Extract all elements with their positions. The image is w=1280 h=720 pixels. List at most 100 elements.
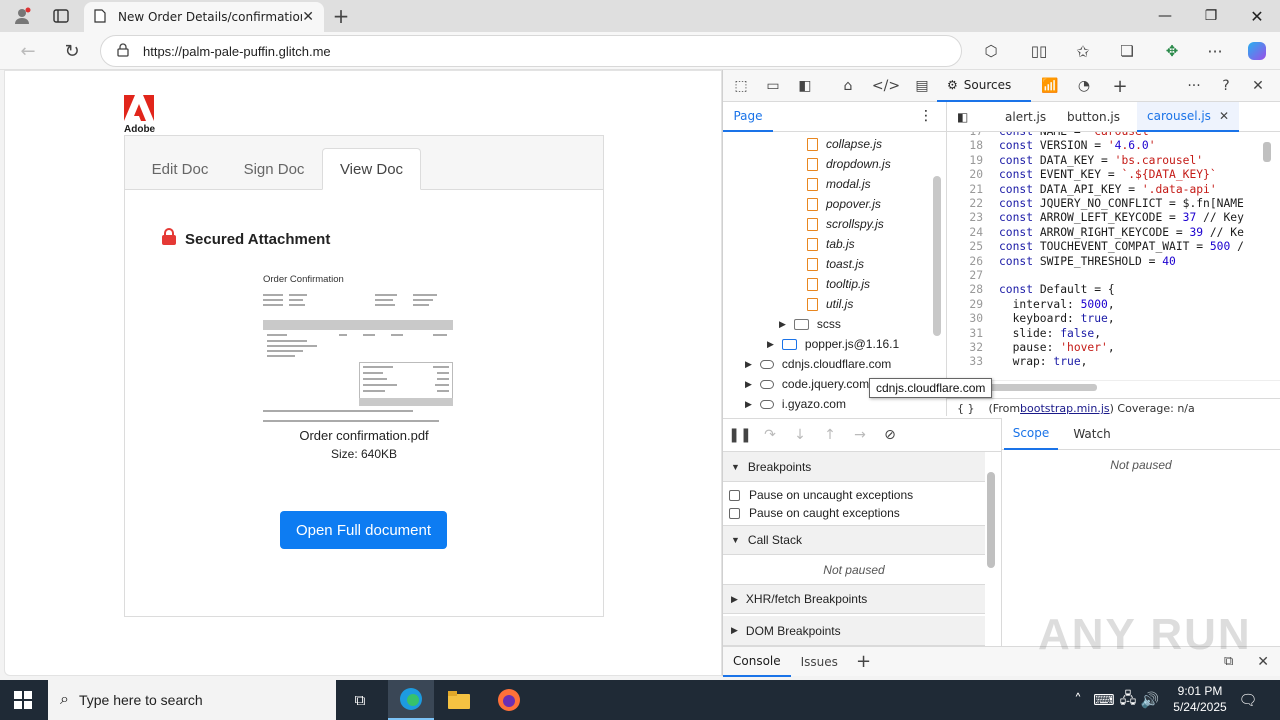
step-icon[interactable]: → xyxy=(847,423,873,447)
tab-scope[interactable]: Scope xyxy=(1004,418,1058,450)
welcome-home-icon[interactable]: ⌂ xyxy=(835,74,861,98)
back-icon[interactable]: ← xyxy=(16,39,40,63)
tab-page[interactable]: Page xyxy=(723,102,773,132)
navigator-scrollbar[interactable] xyxy=(933,176,941,336)
browser-tab[interactable]: New Order Details/confirmation ✕ xyxy=(84,2,324,32)
close-tab-icon[interactable]: ✕ xyxy=(302,9,314,25)
step-into-icon[interactable]: ↓ xyxy=(787,423,813,447)
elements-icon[interactable]: </> xyxy=(872,74,900,98)
restore-icon[interactable]: ❐ xyxy=(1188,0,1234,32)
pause-icon[interactable]: ❚❚ xyxy=(727,423,753,447)
new-tab-icon[interactable]: + xyxy=(330,4,352,28)
expand-arrow-icon[interactable]: ▶ xyxy=(745,359,752,370)
tree-domain[interactable]: ▶ cdnjs.cloudflare.com xyxy=(745,354,891,374)
close-window-icon[interactable]: ✕ xyxy=(1234,0,1280,32)
dock-icon[interactable]: ◧ xyxy=(792,74,818,98)
tab-console[interactable]: Console xyxy=(723,647,791,677)
volume-icon[interactable]: 🔊 xyxy=(1140,690,1160,710)
pretty-print-icon[interactable]: { } xyxy=(957,402,975,415)
tree-file[interactable]: util.js xyxy=(807,294,853,314)
call-stack-section[interactable]: ▼ Call Stack xyxy=(723,525,985,555)
tab-actions-icon[interactable] xyxy=(50,5,72,27)
more-tools-icon[interactable]: + xyxy=(1107,74,1133,98)
inspect-icon[interactable]: ⬚ xyxy=(728,74,754,98)
expand-arrow-icon[interactable]: ▶ xyxy=(779,319,786,330)
notifications-icon[interactable]: 🗨 xyxy=(1236,688,1260,712)
editor-tab-button[interactable]: button.js xyxy=(1057,102,1130,132)
collections-icon[interactable]: ❏ xyxy=(1116,41,1138,61)
pause-uncaught-checkbox[interactable]: Pause on uncaught exceptions xyxy=(729,488,913,502)
step-out-icon[interactable]: ↑ xyxy=(817,423,843,447)
line-number[interactable]: 25 xyxy=(947,240,983,254)
pdf-thumbnail[interactable]: Order Confirmation xyxy=(263,274,455,424)
tree-file[interactable]: scrollspy.js xyxy=(807,214,884,234)
device-icon[interactable]: ⌨ xyxy=(1093,690,1115,710)
line-number[interactable]: 33 xyxy=(947,355,983,369)
tree-file[interactable]: popover.js xyxy=(807,194,881,214)
lock-icon[interactable] xyxy=(117,42,129,60)
tree-folder[interactable]: ▶ popper.js@1.16.1 xyxy=(767,334,899,354)
taskbar-search[interactable]: ⌕ Type here to search xyxy=(48,680,336,720)
refresh-icon[interactable]: ↻ xyxy=(60,39,84,63)
tree-file[interactable]: toast.js xyxy=(807,254,864,274)
network-icon[interactable]: 📶 xyxy=(1037,74,1063,98)
line-number[interactable]: 20 xyxy=(947,168,983,182)
expand-arrow-icon[interactable]: ▶ xyxy=(767,339,774,350)
editor-scrollbar[interactable] xyxy=(1263,142,1271,162)
line-number[interactable]: 32 xyxy=(947,341,983,355)
line-number[interactable]: 31 xyxy=(947,327,983,341)
tree-file[interactable]: tab.js xyxy=(807,234,855,254)
tab-view-doc[interactable]: View Doc xyxy=(322,148,421,190)
line-number[interactable]: 18 xyxy=(947,139,983,153)
address-bar[interactable]: https://palm-pale-puffin.glitch.me xyxy=(100,35,962,67)
pause-caught-checkbox[interactable]: Pause on caught exceptions xyxy=(729,506,900,520)
tree-folder[interactable]: ▶ scss xyxy=(779,314,841,334)
source-map-link[interactable]: bootstrap.min.js xyxy=(1020,402,1110,415)
tab-issues[interactable]: Issues xyxy=(791,655,848,669)
windows-start-icon[interactable] xyxy=(10,688,36,712)
line-number[interactable]: 24 xyxy=(947,226,983,240)
firefox-icon[interactable] xyxy=(494,686,524,714)
line-number[interactable]: 21 xyxy=(947,183,983,197)
tab-sources[interactable]: ⚙ Sources xyxy=(937,70,1031,102)
dom-breakpoints-section[interactable]: ▶ DOM Breakpoints xyxy=(723,616,985,646)
profile-icon[interactable] xyxy=(10,5,34,27)
line-number[interactable]: 28 xyxy=(947,283,983,297)
browser-essentials-icon[interactable]: ✥ xyxy=(1160,41,1184,61)
add-drawer-tab-icon[interactable]: + xyxy=(848,651,879,672)
line-number[interactable]: 26 xyxy=(947,255,983,269)
menu-icon[interactable]: ··· xyxy=(1204,41,1226,61)
minimize-icon[interactable]: — xyxy=(1142,0,1188,32)
tree-domain[interactable]: ▶ code.jquery.com xyxy=(745,374,869,394)
debug-scrollbar[interactable] xyxy=(987,472,995,568)
tree-file[interactable]: tooltip.js xyxy=(807,274,870,294)
deactivate-breakpoints-icon[interactable]: ⊘ xyxy=(877,423,903,447)
line-number[interactable]: 29 xyxy=(947,298,983,312)
step-over-icon[interactable]: ↷ xyxy=(757,423,783,447)
line-number[interactable]: 27 xyxy=(947,269,983,283)
line-number[interactable]: 30 xyxy=(947,312,983,326)
favorites-bar-icon[interactable]: ✩ xyxy=(1072,41,1094,61)
expand-arrow-icon[interactable]: ▶ xyxy=(745,379,752,390)
performance-icon[interactable]: ◔ xyxy=(1071,74,1097,98)
editor-tab-alert[interactable]: alert.js xyxy=(995,102,1056,132)
tree-file[interactable]: collapse.js xyxy=(807,134,882,154)
navigator-menu-icon[interactable]: ⋮ xyxy=(919,108,933,124)
help-icon[interactable]: ? xyxy=(1213,74,1239,98)
network-tray-icon[interactable]: 🖧 xyxy=(1118,689,1138,710)
tree-file[interactable]: dropdown.js xyxy=(807,154,891,174)
open-full-document-button[interactable]: Open Full document xyxy=(280,511,447,549)
line-number[interactable]: 23 xyxy=(947,211,983,225)
devtools-menu-icon[interactable]: ··· xyxy=(1181,74,1207,98)
line-number[interactable]: 19 xyxy=(947,154,983,168)
breakpoints-section[interactable]: ▼ Breakpoints xyxy=(723,452,985,482)
toggle-navigator-icon[interactable]: ◧ xyxy=(957,102,968,132)
close-editor-tab-icon[interactable]: ✕ xyxy=(1219,109,1229,123)
copilot-icon[interactable] xyxy=(1244,38,1270,64)
split-screen-icon[interactable]: ▯▯ xyxy=(1028,41,1050,61)
expand-arrow-icon[interactable]: ▶ xyxy=(745,399,752,410)
tree-file[interactable]: modal.js xyxy=(807,174,871,194)
file-explorer-icon[interactable] xyxy=(444,688,474,712)
tree-domain[interactable]: ▶ i.gyazo.com xyxy=(745,394,846,414)
tab-sign-doc[interactable]: Sign Doc xyxy=(231,148,317,190)
